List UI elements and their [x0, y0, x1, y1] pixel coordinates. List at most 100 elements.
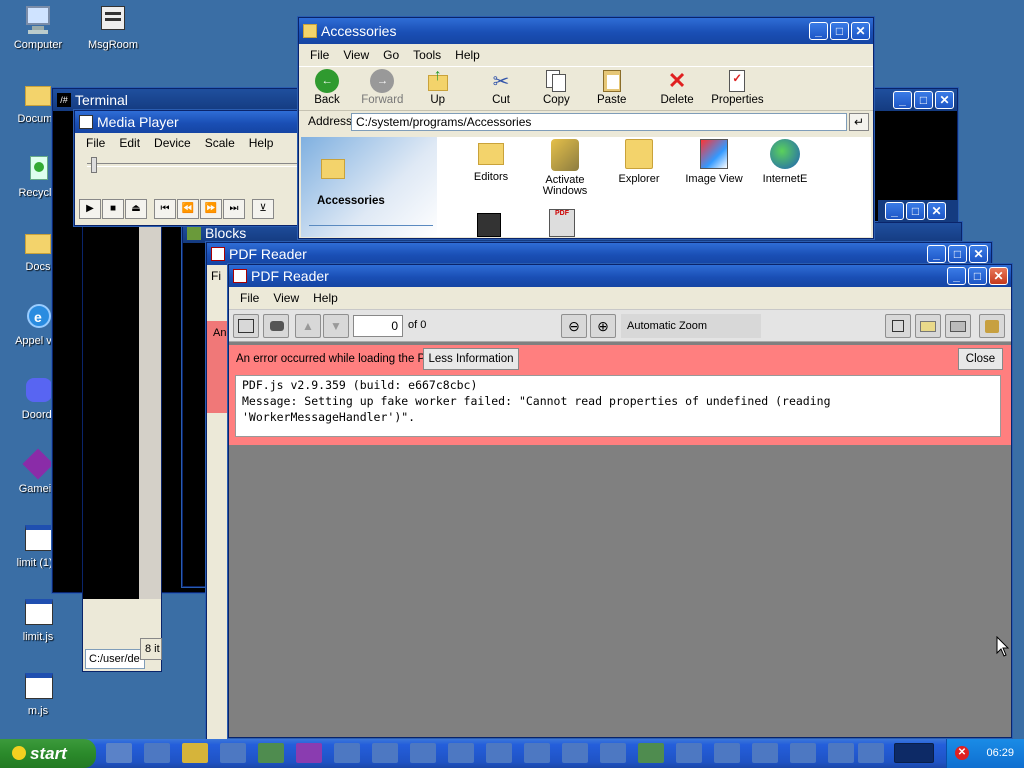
mark-start-button[interactable]: ⊻ — [252, 199, 274, 219]
desktop-icon-msgroom[interactable]: MsgRoom — [76, 4, 150, 51]
seek-slider[interactable] — [87, 163, 297, 167]
taskbar-item[interactable] — [562, 743, 588, 763]
menu-file[interactable]: File — [79, 133, 112, 153]
eject-button[interactable]: ⏏ — [125, 199, 147, 219]
pdf-titlebar[interactable]: PDF Reader _ □ ✕ — [229, 265, 1011, 287]
pdf-reader-window[interactable]: PDF Reader _ □ ✕ File View Help ▲ ▼ 0 of… — [228, 264, 1012, 738]
tools-button[interactable] — [979, 314, 1005, 338]
previous-page-button[interactable]: ▲ — [295, 314, 321, 338]
error-icon[interactable]: ✕ — [955, 746, 969, 760]
explorer-window-partial[interactable]: C:/user/de — [82, 220, 162, 672]
open-file-button[interactable] — [915, 314, 941, 338]
next-page-button[interactable]: ▼ — [323, 314, 349, 338]
pdf-file-icon[interactable]: PDF — [549, 209, 575, 237]
media-player-titlebar[interactable]: Media Player — [75, 111, 299, 133]
taskbar-item[interactable] — [828, 743, 854, 763]
taskbar-item[interactable] — [676, 743, 702, 763]
taskbar-item[interactable] — [714, 743, 740, 763]
file-item-explorer[interactable]: Explorer — [611, 139, 667, 185]
desktop-icon-computer[interactable]: Computer — [1, 4, 75, 51]
copy-button[interactable]: Copy — [530, 67, 582, 106]
zoom-in-button[interactable]: ⊕ — [590, 314, 616, 338]
taskbar-item[interactable] — [372, 743, 398, 763]
skip-back-button[interactable]: ⏮ — [154, 199, 176, 219]
maximize-button[interactable]: □ — [914, 91, 933, 109]
taskbar-item[interactable] — [790, 743, 816, 763]
zoom-out-button[interactable]: ⊖ — [561, 314, 587, 338]
taskbar-item[interactable] — [334, 743, 360, 763]
start-button[interactable]: start — [0, 739, 96, 768]
taskbar-item[interactable] — [258, 743, 284, 763]
taskbar-item[interactable] — [524, 743, 550, 763]
error-details-textarea[interactable]: PDF.js v2.9.359 (build: e667c8cbc) Messa… — [235, 375, 1001, 437]
maximize-button[interactable]: □ — [906, 202, 925, 220]
taskbar-item[interactable] — [858, 743, 884, 763]
address-input[interactable]: C:/system/programs/Accessories — [351, 113, 847, 131]
find-button[interactable] — [263, 314, 289, 338]
menu-device[interactable]: Device — [147, 133, 198, 153]
menu-tools[interactable]: Tools — [406, 44, 448, 66]
taskbar-item-active[interactable] — [894, 743, 934, 763]
fast-forward-button[interactable]: ⏩ — [200, 199, 222, 219]
seek-handle[interactable] — [91, 157, 97, 173]
close-button[interactable]: ✕ — [969, 245, 988, 263]
play-button[interactable]: ▶ — [79, 199, 101, 219]
zoom-select[interactable]: Automatic Zoom — [621, 314, 761, 338]
accessories-window[interactable]: Accessories _ □ ✕ File View Go Tools Hel… — [298, 17, 874, 239]
presentation-mode-button[interactable] — [885, 314, 911, 338]
print-button[interactable] — [945, 314, 971, 338]
menu-help[interactable]: Help — [448, 44, 487, 66]
paste-button[interactable]: Paste — [586, 67, 638, 106]
file-item-image-view[interactable]: Image View — [681, 139, 747, 185]
accessories-titlebar[interactable]: Accessories _ □ ✕ — [299, 18, 873, 44]
desktop-icon-m-js[interactable]: m.js — [1, 670, 75, 717]
close-button[interactable]: ✕ — [989, 267, 1008, 285]
menu-edit[interactable]: Edit — [112, 133, 147, 153]
menu-go[interactable]: Go — [376, 44, 406, 66]
menu-file[interactable]: Fi — [211, 269, 221, 283]
taskbar-item[interactable] — [448, 743, 474, 763]
close-button[interactable]: ✕ — [851, 22, 870, 40]
sidebar-toggle-button[interactable] — [233, 314, 259, 338]
up-button[interactable]: ↑ Up — [412, 67, 464, 106]
taskbar-item[interactable] — [600, 743, 626, 763]
menu-scale[interactable]: Scale — [198, 133, 242, 153]
back-button[interactable]: ← Back — [301, 67, 353, 106]
taskbar-item[interactable] — [638, 743, 664, 763]
menu-view[interactable]: View — [336, 44, 376, 66]
go-button[interactable]: ↵ — [849, 113, 869, 131]
page-number-input[interactable]: 0 — [353, 315, 403, 337]
minimize-button[interactable]: _ — [893, 91, 912, 109]
rewind-button[interactable]: ⏪ — [177, 199, 199, 219]
minimize-button[interactable]: _ — [885, 202, 904, 220]
address-field[interactable]: C:/user/de — [85, 649, 145, 669]
menu-help[interactable]: Help — [242, 133, 281, 153]
taskbar-item[interactable] — [486, 743, 512, 763]
close-button[interactable]: ✕ — [935, 91, 954, 109]
error-close-button[interactable]: Close — [958, 348, 1003, 370]
less-information-button[interactable]: Less Information — [423, 348, 519, 370]
cut-button[interactable]: ✂ Cut — [475, 67, 527, 106]
maximize-button[interactable]: □ — [948, 245, 967, 263]
properties-button[interactable]: ✓ Properties — [706, 67, 768, 106]
taskbar-item[interactable] — [296, 743, 322, 763]
maximize-button[interactable]: □ — [830, 22, 849, 40]
skip-forward-button[interactable]: ⏭ — [223, 199, 245, 219]
pdf-back-titlebar[interactable]: PDF Reader _ □ ✕ — [207, 243, 991, 265]
taskbar-item[interactable] — [410, 743, 436, 763]
forward-button[interactable]: → Forward — [356, 67, 408, 106]
maximize-button[interactable]: □ — [968, 267, 987, 285]
menu-file[interactable]: File — [233, 287, 266, 309]
taskbar-item[interactable] — [144, 743, 170, 763]
menu-view[interactable]: View — [266, 287, 306, 309]
taskbar-item[interactable] — [106, 743, 132, 763]
stop-button[interactable]: ■ — [102, 199, 124, 219]
file-item-activate-windows[interactable]: Activate Windows — [533, 139, 597, 197]
file-item-editors[interactable]: Editors — [463, 143, 519, 183]
minimize-button[interactable]: _ — [927, 245, 946, 263]
minimize-button[interactable]: _ — [947, 267, 966, 285]
taskbar-item[interactable] — [182, 743, 208, 763]
minimize-button[interactable]: _ — [809, 22, 828, 40]
delete-button[interactable]: ✕ Delete — [651, 67, 703, 107]
menu-help[interactable]: Help — [306, 287, 345, 309]
